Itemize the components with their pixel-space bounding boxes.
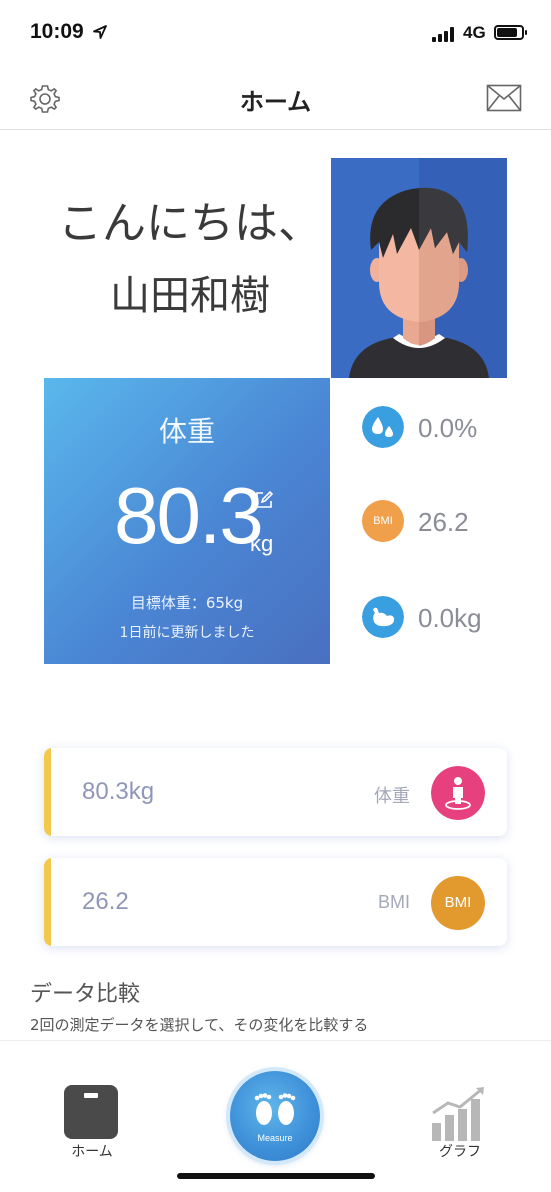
body-water-metric: 0.0% xyxy=(362,406,522,450)
tab-home-label[interactable]: ホーム xyxy=(50,1141,134,1161)
scale-icon xyxy=(64,1085,118,1139)
bmi-record-card[interactable]: 26.2 BMI BMI xyxy=(44,858,507,946)
body-water-value: 0.0% xyxy=(418,413,478,443)
target-weight: 目標体重：65kg xyxy=(130,594,244,612)
greeting-text: こんにちは、 xyxy=(58,198,322,249)
muscle-icon xyxy=(362,596,404,638)
card-stripe xyxy=(44,858,51,946)
status-time: 10:09 xyxy=(30,20,84,43)
battery-icon xyxy=(494,25,527,40)
weight-label: 体重 xyxy=(158,415,215,448)
record-label: BMI xyxy=(377,892,410,912)
compare-description: 2回の測定データを選択して、その変化を比較する xyxy=(30,1016,369,1034)
edit-icon[interactable] xyxy=(254,490,274,510)
location-arrow-icon xyxy=(93,25,107,39)
weight-record-card[interactable]: 80.3kg 体重 xyxy=(44,748,507,836)
compare-title[interactable]: データ比較 xyxy=(30,976,140,1008)
status-bar: 10:09 4G xyxy=(0,0,551,66)
record-value: 80.3kg xyxy=(82,778,155,805)
person-avatar-icon xyxy=(349,158,507,378)
tab-graph-label[interactable]: グラフ xyxy=(418,1141,502,1161)
last-updated: 1日前に更新しました xyxy=(119,625,255,641)
bmi-badge-icon: BMI xyxy=(362,500,404,542)
signal-strength-icon xyxy=(432,26,458,42)
bar-chart-icon[interactable] xyxy=(430,1085,488,1141)
record-label: 体重 xyxy=(374,786,410,806)
muscle-metric: 0.0kg xyxy=(362,596,522,640)
avatar[interactable] xyxy=(331,158,507,378)
record-value: 26.2 xyxy=(82,888,129,915)
tab-home[interactable] xyxy=(64,1085,120,1141)
weight-value: 80.3 xyxy=(114,471,264,560)
measure-label: Measure xyxy=(257,1133,293,1143)
home-indicator[interactable] xyxy=(177,1173,375,1179)
bmi-badge-icon: BMI xyxy=(431,876,485,930)
weight-unit: kg xyxy=(250,531,274,556)
footprints-icon xyxy=(254,1093,296,1125)
user-name: 山田和樹 xyxy=(110,273,270,319)
network-type: 4G xyxy=(463,23,486,42)
greeting: こんにちは、 山田和樹 xyxy=(50,188,330,332)
bmi-value: 26.2 xyxy=(418,507,469,537)
person-scale-icon xyxy=(431,766,485,820)
water-drop-icon xyxy=(362,406,404,448)
muscle-value: 0.0kg xyxy=(418,603,482,633)
measure-button[interactable]: Measure xyxy=(230,1071,320,1161)
mail-icon[interactable] xyxy=(486,84,522,112)
nav-bar: ホーム xyxy=(0,66,551,130)
tab-bar: ホーム Measure グラフ xyxy=(0,1040,551,1192)
bmi-metric: BMI 26.2 xyxy=(362,500,522,544)
page-title: ホーム xyxy=(239,88,312,116)
weight-card[interactable]: 体重 80.3 kg 目標体重：65kg 1日前に更新しました xyxy=(44,378,330,664)
card-stripe xyxy=(44,748,51,836)
